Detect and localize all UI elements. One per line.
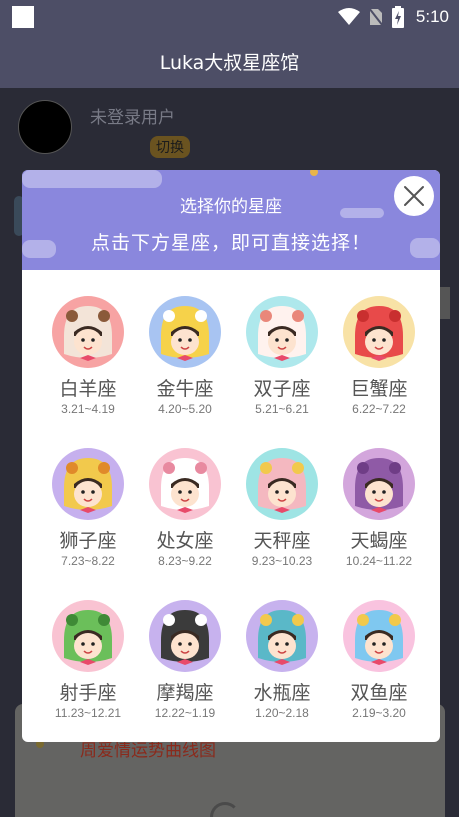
zodiac-date-range: 1.20~2.18 bbox=[255, 706, 309, 720]
switch-sign-button[interactable]: 切换 bbox=[150, 136, 190, 158]
zodiac-date-range: 4.20~5.20 bbox=[158, 402, 212, 416]
cancer-avatar-icon bbox=[343, 296, 415, 368]
cloud-decoration bbox=[22, 170, 162, 188]
zodiac-date-range: 9.23~10.23 bbox=[251, 554, 313, 568]
gemini-avatar-icon bbox=[246, 296, 318, 368]
zodiac-date-range: 5.21~6.21 bbox=[255, 402, 309, 416]
virgo-avatar-icon bbox=[149, 448, 221, 520]
zodiac-name: 天蝎座 bbox=[350, 530, 408, 552]
taurus-avatar-icon bbox=[149, 296, 221, 368]
zodiac-option-aquarius[interactable]: 水瓶座 1.20~2.18 bbox=[232, 592, 332, 732]
zodiac-option-sagittarius[interactable]: 射手座 11.23~12.21 bbox=[38, 592, 138, 732]
pisces-avatar-icon bbox=[343, 600, 415, 672]
avatar[interactable] bbox=[18, 100, 72, 154]
zodiac-date-range: 12.22~1.19 bbox=[154, 706, 216, 720]
dialog-header: 选择你的星座 点击下方星座，即可直接选择！ bbox=[22, 170, 440, 270]
zodiac-option-leo[interactable]: 狮子座 7.23~8.22 bbox=[38, 440, 138, 580]
zodiac-picker-dialog: 选择你的星座 点击下方星座，即可直接选择！ 白羊座 3.21~4.19 金牛座 4.2… bbox=[22, 170, 440, 742]
zodiac-option-gemini[interactable]: 双子座 5.21~6.21 bbox=[232, 288, 332, 428]
zodiac-option-scorpio[interactable]: 天蝎座 10.24~11.22 bbox=[329, 440, 429, 580]
dialog-subtitle: 点击下方星座，即可直接选择！ bbox=[90, 232, 371, 254]
zodiac-name: 射手座 bbox=[59, 682, 117, 704]
zodiac-date-range: 2.19~3.20 bbox=[352, 706, 406, 720]
zodiac-option-taurus[interactable]: 金牛座 4.20~5.20 bbox=[135, 288, 235, 428]
zodiac-name: 白羊座 bbox=[59, 378, 117, 400]
status-bar: 5:10 bbox=[0, 0, 459, 34]
zodiac-name: 摩羯座 bbox=[156, 682, 214, 704]
scorpio-avatar-icon bbox=[343, 448, 415, 520]
zodiac-option-libra[interactable]: 天秤座 9.23~10.23 bbox=[232, 440, 332, 580]
dialog-title: 选择你的星座 bbox=[180, 197, 282, 217]
wifi-icon bbox=[337, 8, 360, 25]
battery-charging-icon bbox=[391, 6, 404, 28]
zodiac-date-range: 11.23~12.21 bbox=[54, 706, 122, 720]
zodiac-date-range: 8.23~9.22 bbox=[158, 554, 212, 568]
clock: 5:10 bbox=[415, 7, 449, 26]
zodiac-name: 双鱼座 bbox=[350, 682, 408, 704]
page-title: Luka大叔星座馆 bbox=[159, 52, 300, 74]
zodiac-option-aries[interactable]: 白羊座 3.21~4.19 bbox=[38, 288, 138, 428]
zodiac-date-range: 3.21~4.19 bbox=[61, 402, 115, 416]
libra-avatar-icon bbox=[246, 448, 318, 520]
zodiac-date-range: 10.24~11.22 bbox=[345, 554, 413, 568]
user-name: 未登录用户 bbox=[90, 108, 175, 128]
zodiac-date-range: 7.23~8.22 bbox=[61, 554, 115, 568]
zodiac-name: 巨蟹座 bbox=[350, 378, 408, 400]
zodiac-name: 狮子座 bbox=[59, 530, 117, 552]
close-button[interactable] bbox=[394, 176, 434, 216]
zodiac-option-cancer[interactable]: 巨蟹座 6.22~7.22 bbox=[329, 288, 429, 428]
aquarius-avatar-icon bbox=[246, 600, 318, 672]
leo-avatar-icon bbox=[52, 448, 124, 520]
zodiac-option-pisces[interactable]: 双鱼座 2.19~3.20 bbox=[329, 592, 429, 732]
zodiac-name: 天秤座 bbox=[253, 530, 311, 552]
zodiac-option-capricorn[interactable]: 摩羯座 12.22~1.19 bbox=[135, 592, 235, 732]
no-sim-icon bbox=[368, 7, 384, 27]
status-icons: 5:10 bbox=[337, 5, 449, 29]
notification-icon bbox=[12, 6, 34, 28]
zodiac-name: 处女座 bbox=[156, 530, 214, 552]
close-icon bbox=[404, 186, 424, 206]
sagittarius-avatar-icon bbox=[52, 600, 124, 672]
zodiac-name: 双子座 bbox=[253, 378, 311, 400]
app-bar: Luka大叔星座馆 bbox=[0, 34, 459, 88]
capricorn-avatar-icon bbox=[149, 600, 221, 672]
zodiac-option-virgo[interactable]: 处女座 8.23~9.22 bbox=[135, 440, 235, 580]
aries-avatar-icon bbox=[52, 296, 124, 368]
star-dot-decoration bbox=[310, 170, 318, 176]
zodiac-date-range: 6.22~7.22 bbox=[352, 402, 406, 416]
zodiac-name: 水瓶座 bbox=[253, 682, 311, 704]
zodiac-name: 金牛座 bbox=[156, 378, 214, 400]
